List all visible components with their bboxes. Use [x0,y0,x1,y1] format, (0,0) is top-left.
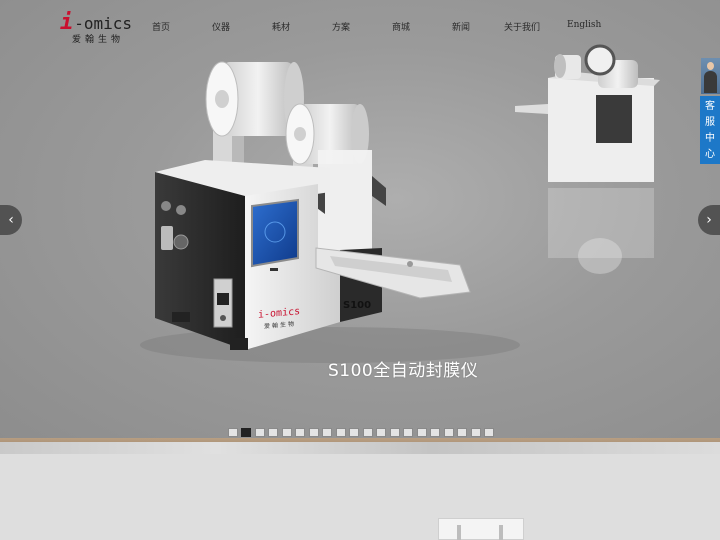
site-logo[interactable]: i-omics 爱翰生物 [60,10,133,46]
slider-pagination [228,428,494,437]
slide-caption: S100全自动封膜仪 [328,361,479,381]
logo-subtitle: 爱翰生物 [72,35,125,45]
slider-dot[interactable] [322,428,333,437]
slider-dot[interactable] [254,428,265,437]
slider-dot[interactable] [470,428,481,437]
customer-service-widget[interactable]: 客服中心 [700,58,720,164]
slider-dot[interactable] [228,428,238,437]
lower-section [0,454,720,540]
slider-dot[interactable] [335,428,346,437]
site-header: i-omics 爱翰生物 首页 仪器 耗材 方案 商城 新闻 关于我们 Engl… [0,0,720,52]
customer-service-label[interactable]: 客服中心 [700,96,720,164]
nav-item-solutions[interactable]: 方案 [332,20,350,33]
logo-text: -omics [74,14,133,33]
nav-item-instruments[interactable]: 仪器 [212,20,230,33]
slider-dot[interactable] [457,428,468,437]
slider-dot[interactable] [362,428,373,437]
slider-dot[interactable] [389,428,400,437]
chevron-left-icon: ‹ [8,212,14,228]
nav-item-english[interactable]: English [567,20,601,30]
slider-dot[interactable] [416,428,427,437]
slider-next-button[interactable]: › [698,205,720,235]
slider-dot[interactable] [403,428,414,437]
section-divider-band [0,442,720,454]
slider-dot[interactable] [430,428,441,437]
lower-product-image [438,518,524,540]
nav-item-consumables[interactable]: 耗材 [272,20,290,33]
slider-dot[interactable] [241,428,252,437]
customer-service-text: 客服中心 [705,101,715,160]
service-agent-avatar [701,58,720,94]
slider-dot[interactable] [268,428,279,437]
slider-dot[interactable] [349,428,360,437]
hero-slider: S100 i-omics 爱翰生物 S100全自动封膜仪 [0,0,720,442]
slider-dot[interactable] [295,428,306,437]
slider-dot[interactable] [308,428,319,437]
slider-dot[interactable] [443,428,454,437]
nav-item-shop[interactable]: 商城 [392,20,410,33]
nav-item-about[interactable]: 关于我们 [504,20,540,33]
chevron-right-icon: › [706,212,712,228]
slider-dot[interactable] [281,428,292,437]
nav-item-news[interactable]: 新闻 [452,20,470,33]
slider-dot[interactable] [484,428,494,437]
slider-dot[interactable] [376,428,387,437]
nav-item-home[interactable]: 首页 [152,20,170,33]
product-model-label: S100 [343,300,372,311]
